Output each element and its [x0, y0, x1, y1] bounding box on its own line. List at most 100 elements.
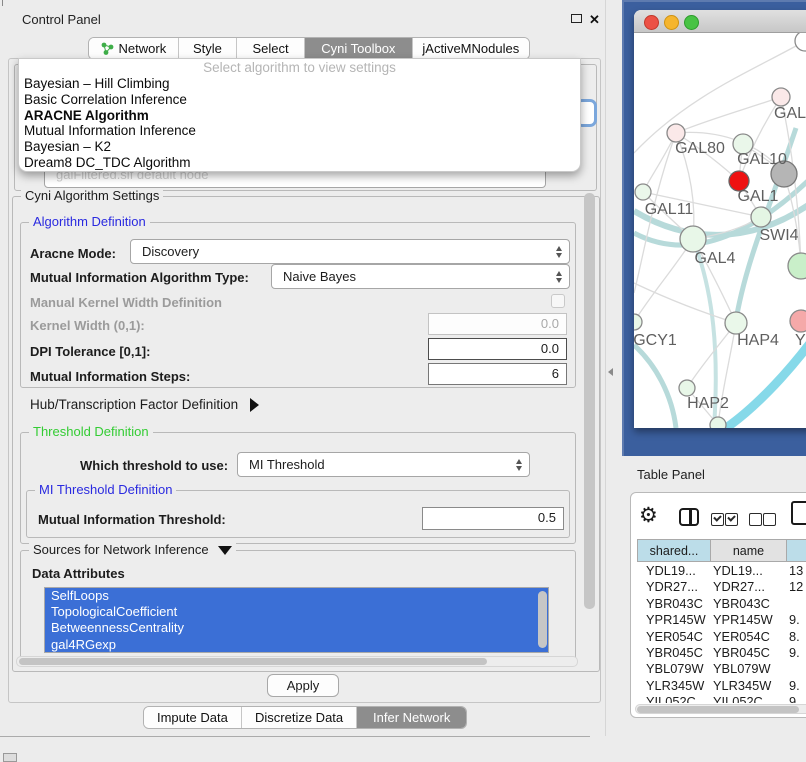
new-table-icon[interactable] — [791, 501, 806, 525]
tab-jactivemnodules[interactable]: jActiveMNodules — [413, 38, 529, 59]
node-label: GAL1 — [738, 188, 779, 205]
checkbox-empty-icon[interactable] — [763, 513, 776, 526]
mi-type-combo[interactable]: Naive Bayes — [271, 264, 570, 289]
dpi-tolerance-field[interactable]: 0.0 — [428, 338, 567, 360]
table-row[interactable]: YBL079W YBL079W — [637, 661, 806, 677]
mi-steps-label: Mutual Information Steps: — [30, 369, 190, 384]
settings-scrollbar[interactable] — [584, 193, 595, 609]
expanded-arrow-icon — [218, 546, 232, 555]
table-row[interactable]: YPR145W YPR145W 9. — [637, 612, 806, 628]
node-big-green[interactable] — [788, 253, 806, 279]
node-label: GAL — [774, 105, 806, 122]
columns-icon[interactable] — [679, 508, 699, 526]
tab-impute-data[interactable]: Impute Data — [144, 707, 242, 728]
table-row[interactable]: YLR345W YLR345W 9. — [637, 678, 806, 694]
table-scrollbar-thumb[interactable] — [637, 706, 799, 713]
node-gal4[interactable] — [680, 226, 706, 252]
network-window-titlebar[interactable] — [634, 10, 806, 33]
which-threshold-combo[interactable]: MI Threshold — [237, 452, 530, 477]
combo-spinner-icon — [516, 459, 522, 471]
list-item[interactable]: gal4RGexp — [45, 637, 548, 653]
aracne-mode-combo[interactable]: Discovery — [130, 239, 570, 264]
node-y-cut[interactable] — [790, 310, 806, 332]
combo-spinner-icon — [556, 271, 562, 283]
table-row[interactable]: YDR27... YDR27... 12 — [637, 579, 806, 595]
divider-collapse-icon[interactable] — [608, 368, 613, 376]
minimized-panel-icon[interactable] — [3, 753, 17, 762]
zoom-traffic-light[interactable] — [684, 15, 699, 30]
node-bottom[interactable] — [710, 417, 726, 428]
dropdown-item[interactable]: Mutual Information Inference — [19, 123, 580, 139]
table-panel-title: Table Panel — [637, 467, 705, 482]
aracne-mode-label: Aracne Mode: — [30, 246, 116, 261]
checkbox-empty-icon[interactable] — [749, 513, 762, 526]
table-row[interactable]: YER054C YER054C 8. — [637, 629, 806, 645]
network-canvas[interactable]: GAL GAL80 GAL10 GAL1 GAL11 SWI4 GAL4 GCY… — [634, 33, 806, 428]
node-label: HAP2 — [687, 395, 729, 412]
network-edge-highlight — [726, 338, 806, 428]
which-threshold-label: Which threshold to use: — [80, 458, 228, 473]
node-gal11[interactable] — [635, 184, 651, 200]
table-row[interactable]: YBR045C YBR045C 9. — [637, 645, 806, 661]
tab-cyni-toolbox[interactable]: Cyni Toolbox — [305, 38, 413, 59]
mi-steps-field[interactable]: 6 — [428, 363, 567, 385]
hub-section-toggle[interactable]: Hub/Transcription Factor Definition — [30, 397, 259, 412]
tab-select[interactable]: Select — [237, 38, 305, 59]
table-horizontal-scrollbar[interactable] — [635, 704, 806, 714]
column-header[interactable]: A — [787, 539, 806, 562]
split-divider[interactable] — [605, 0, 606, 736]
tab-style[interactable]: Style — [179, 38, 237, 59]
node-hap4[interactable] — [725, 312, 747, 334]
column-header[interactable]: shared... — [637, 539, 711, 562]
network-icon — [101, 42, 114, 55]
mi-threshold-field[interactable]: 0.5 — [422, 507, 564, 530]
node-partial[interactable] — [795, 33, 806, 51]
node-hap2[interactable] — [679, 380, 695, 396]
close-traffic-light[interactable] — [644, 15, 659, 30]
dropdown-item[interactable]: Bayesian – Hill Climbing — [19, 76, 580, 92]
horizontal-scrollbar-thumb[interactable] — [19, 658, 487, 665]
bottom-tabs: Impute Data Discretize Data Infer Networ… — [143, 706, 467, 729]
dropdown-item[interactable]: Bayesian – K2 — [19, 139, 580, 155]
kernel-width-field[interactable]: 0.0 — [428, 313, 567, 335]
network-window[interactable]: GAL GAL80 GAL10 GAL1 GAL11 SWI4 GAL4 GCY… — [634, 10, 806, 428]
dropdown-item[interactable]: Basic Correlation Inference — [19, 92, 580, 108]
checkbox-checked-icon[interactable] — [725, 513, 738, 526]
table-rows: YDL19... YDL19... 13 YDR27... YDR27... 1… — [637, 563, 806, 703]
minimize-traffic-light[interactable] — [664, 15, 679, 30]
dropdown-hint: Select algorithm to view settings — [19, 59, 580, 76]
dropdown-item[interactable]: Dream8 DC_TDC Algorithm — [19, 155, 580, 171]
combo-spinner-icon — [556, 246, 562, 258]
node-gal-cut[interactable] — [772, 88, 790, 106]
checkbox-checked-icon[interactable] — [711, 513, 724, 526]
groupbox-title: Algorithm Definition — [29, 214, 150, 229]
close-icon[interactable]: ✕ — [589, 13, 600, 26]
node-swi4[interactable] — [751, 207, 771, 227]
table-row[interactable]: YDL19... YDL19... 13 — [637, 563, 806, 579]
list-item[interactable]: BetweennessCentrality — [45, 620, 548, 636]
sources-section-toggle[interactable]: Sources for Network Inference — [29, 542, 236, 557]
table-row[interactable]: YBR043C YBR043C — [637, 596, 806, 612]
kernel-width-label: Kernel Width (0,1): — [30, 318, 145, 333]
panel-title: Control Panel — [22, 12, 101, 27]
tab-infer-network[interactable]: Infer Network — [357, 707, 466, 728]
tab-network[interactable]: Network — [89, 38, 179, 59]
list-scrollbar[interactable] — [538, 591, 547, 648]
list-item[interactable]: TopologicalCoefficient — [45, 604, 548, 620]
manual-kernel-checkbox[interactable] — [551, 294, 565, 308]
data-attributes-list: SelfLoops TopologicalCoefficient Between… — [44, 587, 549, 653]
manual-kernel-label: Manual Kernel Width Definition — [30, 295, 222, 310]
node-gcy1[interactable] — [634, 314, 642, 330]
dropdown-item-selected[interactable]: ARACNE Algorithm — [19, 108, 580, 124]
horizontal-scrollbar[interactable] — [16, 656, 578, 667]
table-row[interactable]: YIL052C YIL052C 9. — [637, 694, 806, 703]
list-item[interactable]: SelfLoops — [45, 588, 548, 604]
float-window-icon[interactable] — [571, 14, 582, 23]
column-header[interactable]: name — [711, 539, 787, 562]
stray-tick — [2, 0, 3, 6]
apply-button[interactable]: Apply — [267, 674, 339, 697]
tab-discretize-data[interactable]: Discretize Data — [242, 707, 358, 728]
node-label: Y — [795, 332, 806, 349]
gear-icon[interactable]: ⚙ — [639, 503, 658, 528]
node-label: GCY1 — [634, 332, 677, 349]
